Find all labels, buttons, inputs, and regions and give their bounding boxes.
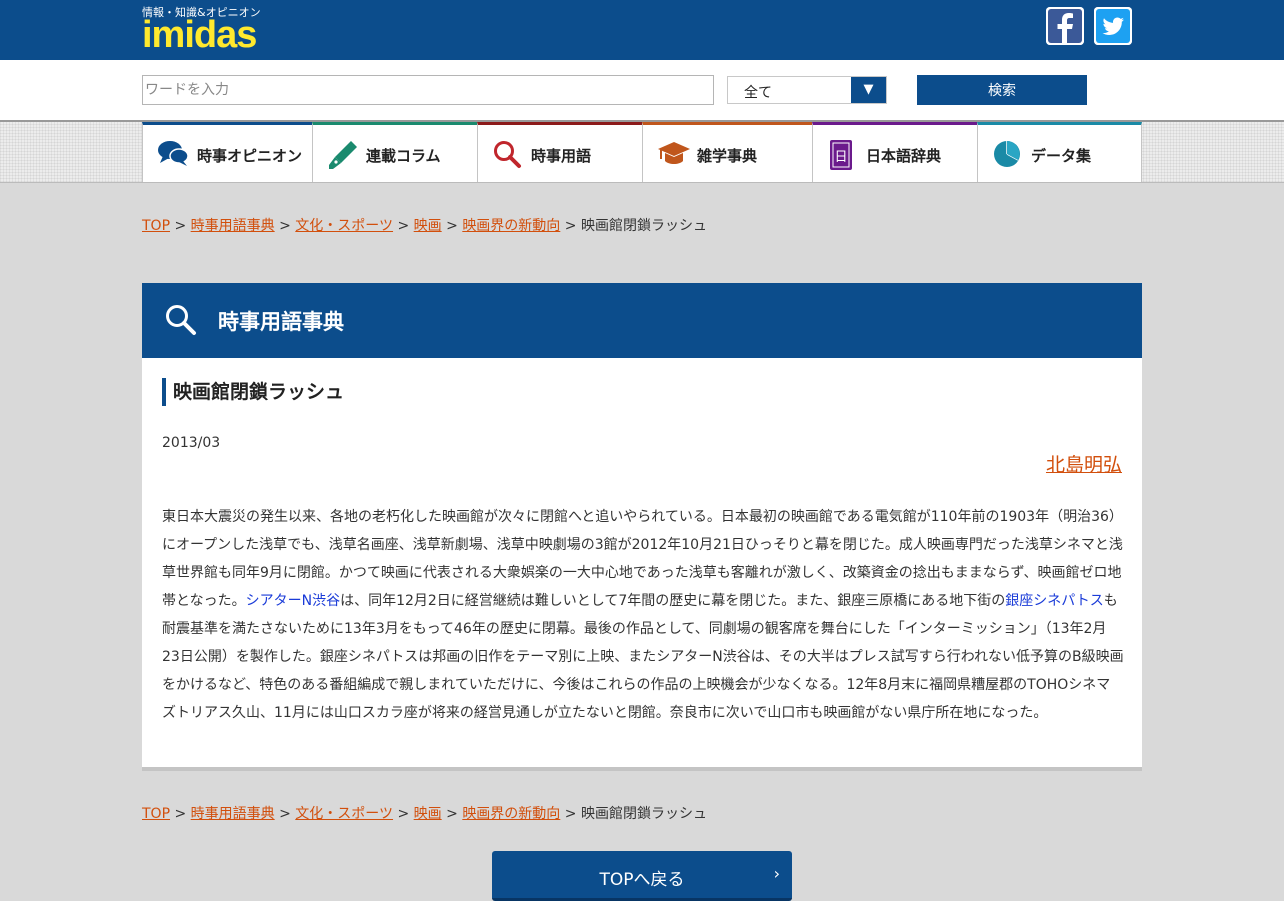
breadcrumb-separator: > [446, 218, 458, 234]
chevron-right-icon: › [773, 864, 780, 883]
dropdown-arrow-icon[interactable]: ▼ [851, 77, 886, 103]
breadcrumb-separator: > [279, 806, 291, 822]
breadcrumb-link-top[interactable]: TOP [142, 218, 170, 234]
breadcrumb-link-top[interactable]: TOP [142, 806, 170, 822]
search-bar: 全て ▼ 検索 [0, 60, 1284, 120]
category-select[interactable]: 全て ▼ [727, 76, 887, 104]
section-title: 時事用語事典 [218, 310, 344, 334]
category-select-value: 全て [744, 85, 772, 101]
nav-item-current-terms[interactable]: 時事用語 [477, 122, 643, 182]
breadcrumb-link-culture-sports[interactable]: 文化・スポーツ [295, 218, 393, 234]
nav-item-label: データ集 [1031, 147, 1092, 165]
theater-n-shibuya-link[interactable]: シアターN渋谷 [246, 593, 340, 609]
nav-item-japanese-dictionary[interactable]: 日 日本語辞典 [812, 122, 978, 182]
twitter-share-button[interactable] [1094, 7, 1132, 45]
breadcrumb-separator: > [446, 806, 458, 822]
nav-item-label: 連載コラム [366, 147, 441, 165]
breadcrumb-current: 映画館閉鎖ラッシュ [580, 806, 707, 822]
article: 映画館閉鎖ラッシュ 2013/03 北島明弘 東日本大震災の発生以来、各地の老朽… [142, 358, 1142, 771]
article-body: 東日本大震災の発生以来、各地の老朽化した映画館が次々に閉館へと追いやられている。… [162, 503, 1124, 727]
breadcrumb-separator: > [397, 218, 410, 234]
article-text: も耐震基準を満たさないために13年3月をもって46年の歴史に閉幕。最後の作品とし… [162, 593, 1124, 721]
nav-item-data[interactable]: データ集 [977, 122, 1142, 182]
fountain-pen-icon [329, 141, 357, 169]
back-to-top-button[interactable]: TOPへ戻る › [492, 851, 792, 901]
facebook-share-button[interactable] [1046, 7, 1084, 45]
breadcrumb-separator: > [174, 806, 187, 822]
breadcrumb-link-dictionary[interactable]: 時事用語事典 [191, 218, 275, 234]
facebook-icon [1046, 7, 1084, 45]
magnifier-icon [166, 305, 196, 335]
magnifier-icon [494, 141, 521, 168]
search-input[interactable] [142, 75, 714, 105]
breadcrumb-link-film-trends[interactable]: 映画界の新動向 [462, 806, 560, 822]
breadcrumb-separator: > [564, 218, 577, 234]
nav-item-label: 時事用語 [531, 147, 592, 165]
breadcrumb-link-film[interactable]: 映画 [414, 806, 442, 822]
speech-bubbles-icon [158, 141, 189, 166]
breadcrumb-link-film[interactable]: 映画 [414, 218, 442, 234]
dictionary-book-icon: 日 [830, 140, 852, 170]
pie-chart-icon [994, 141, 1020, 167]
search-button[interactable]: 検索 [917, 75, 1087, 105]
breadcrumb-separator: > [397, 806, 410, 822]
nav-item-opinion[interactable]: 時事オピニオン [142, 122, 313, 182]
back-to-top-label: TOPへ戻る [599, 870, 685, 890]
breadcrumb-separator: > [279, 218, 291, 234]
section-header: 時事用語事典 [142, 283, 1142, 358]
breadcrumb: TOP > 時事用語事典 > 文化・スポーツ > 映画 > 映画界の新動向 > … [142, 215, 707, 235]
nav-item-label: 時事オピニオン [197, 147, 303, 165]
nav-item-column[interactable]: 連載コラム [312, 122, 478, 182]
breadcrumb-link-film-trends[interactable]: 映画界の新動向 [462, 218, 560, 234]
nav-item-trivia[interactable]: 雑学事典 [642, 122, 813, 182]
ginza-cinepatos-link[interactable]: 銀座シネパトス [1005, 593, 1103, 609]
article-title: 映画館閉鎖ラッシュ [162, 378, 344, 406]
author-link[interactable]: 北島明弘 [1046, 450, 1122, 477]
breadcrumb-bottom: TOP > 時事用語事典 > 文化・スポーツ > 映画 > 映画界の新動向 > … [142, 803, 707, 823]
breadcrumb-link-culture-sports[interactable]: 文化・スポーツ [295, 806, 393, 822]
breadcrumb-link-dictionary[interactable]: 時事用語事典 [191, 806, 275, 822]
nav-item-label: 雑学事典 [697, 147, 758, 165]
article-text: は、同年12月2日に経営継続は難しいとして7年間の歴史に幕を閉じた。また、銀座三… [340, 593, 1006, 609]
logo-wordmark: imidas [142, 14, 257, 56]
nav-item-label: 日本語辞典 [866, 147, 942, 165]
breadcrumb-current: 映画館閉鎖ラッシュ [580, 218, 707, 234]
breadcrumb-separator: > [174, 218, 187, 234]
graduation-cap-icon [658, 142, 690, 164]
svg-text:日: 日 [834, 150, 847, 165]
site-header: 情報・知識&オピニオン imidas [0, 0, 1284, 60]
article-date: 2013/03 [162, 435, 221, 451]
twitter-icon [1094, 7, 1132, 45]
main-nav: 時事オピニオン 連載コラム 時事用語 雑学事典 日 日本語辞典 データ集 [0, 120, 1284, 183]
breadcrumb-separator: > [564, 806, 577, 822]
